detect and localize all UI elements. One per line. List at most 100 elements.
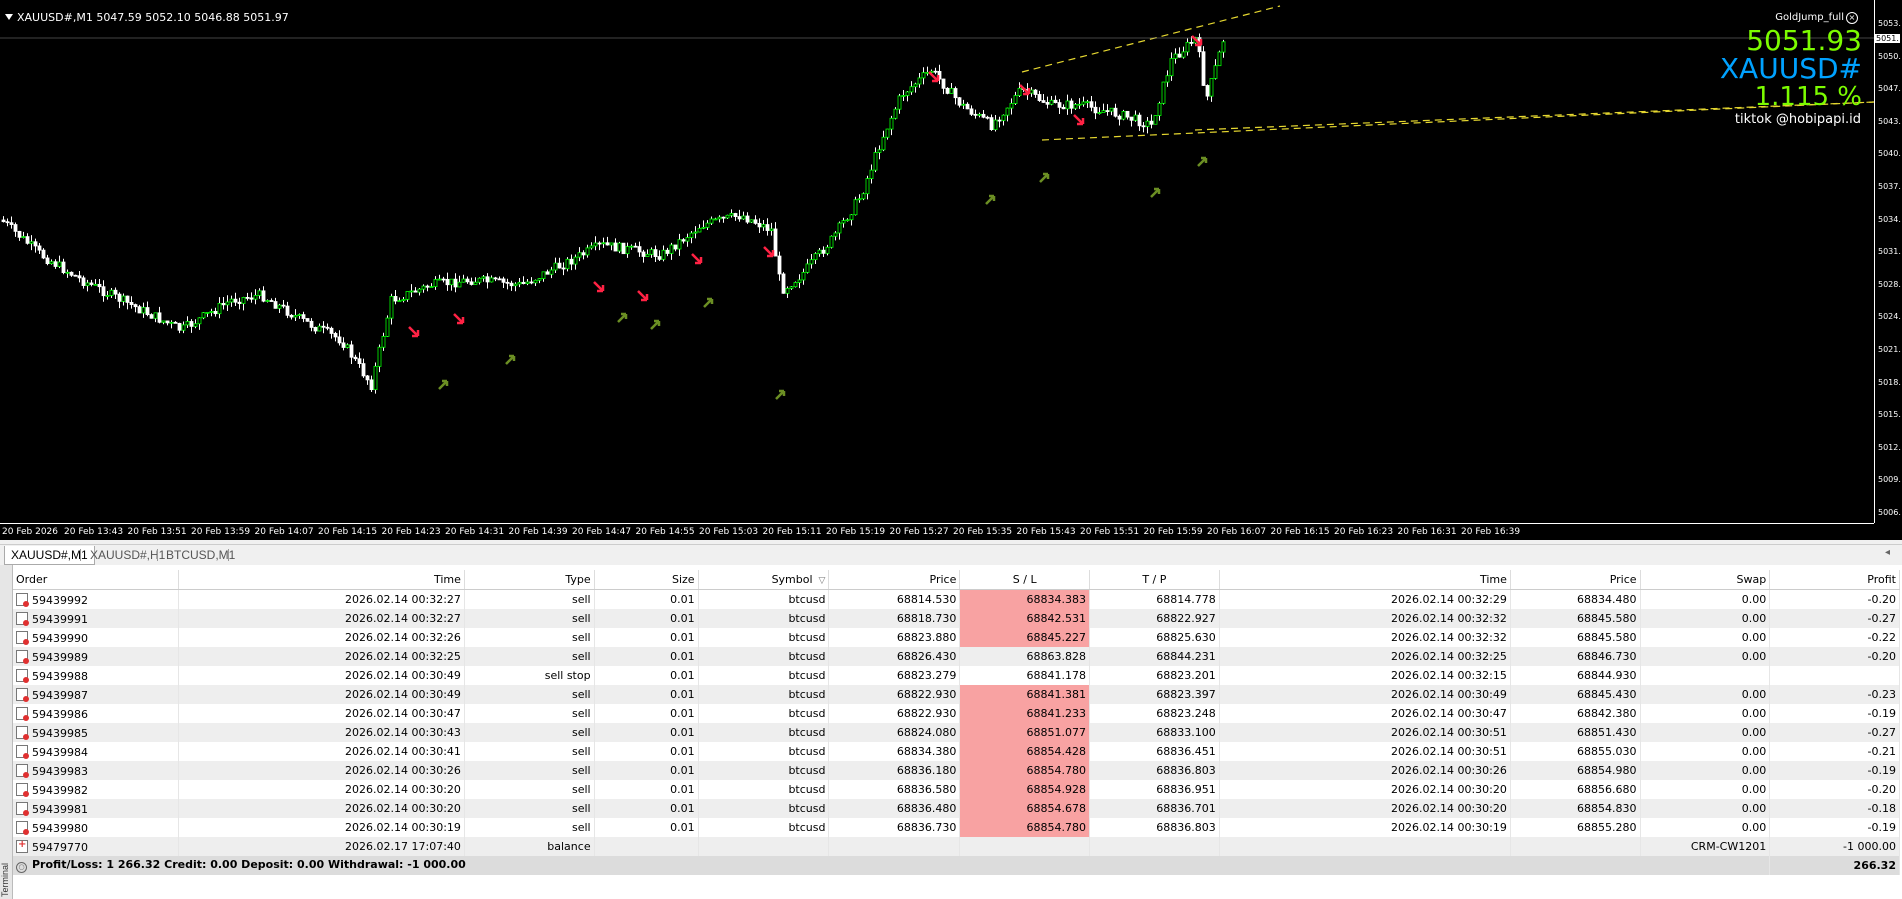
candle-body: [145, 307, 150, 316]
cell-time: 2026.02.14 00:30:20: [178, 780, 465, 799]
candle-body: [589, 245, 594, 249]
tab-xauusd-m1[interactable]: XAUUSD#,M1: [4, 546, 95, 565]
cell-type: sell: [464, 723, 595, 742]
balance-row[interactable]: 59479770 2026.02.17 17:07:40 balance CRM…: [13, 837, 1900, 856]
overlay-watermark-text: tiktok @hobipapi.id: [1734, 112, 1861, 127]
col-header-close-time[interactable]: Time: [1219, 570, 1511, 590]
balance-icon: [16, 839, 28, 853]
dropdown-triangle-icon[interactable]: [5, 14, 13, 20]
cell-order: 59439985: [13, 723, 179, 742]
price-scale[interactable]: 5053. 5050. 5047. 5043. 5040. 5037. 5034. 5031.…: [1874, 0, 1902, 523]
candle-body: [25, 236, 30, 244]
cell-tp: 68823.201: [1089, 666, 1220, 685]
table-row[interactable]: 59439982 2026.02.14 00:30:20 sell 0.01 btcus…: [13, 780, 1900, 799]
tab-xauusd-h1[interactable]: XAUUSD#,H1: [84, 546, 171, 564]
cell-tp: 68836.803: [1089, 761, 1220, 780]
empty-cell: [959, 837, 1091, 856]
cell-type: sell: [464, 609, 595, 628]
candle-body: [977, 113, 982, 116]
cell-symbol: btcusd: [698, 628, 830, 647]
candle-body: [505, 281, 510, 284]
candle-body: [585, 247, 590, 256]
candle-body: [213, 310, 218, 315]
candle-body: [337, 336, 342, 344]
terminal-side-strip[interactable]: Terminal: [0, 565, 13, 899]
close-icon[interactable]: ×: [1846, 12, 1858, 24]
table-row[interactable]: 59439983 2026.02.14 00:30:26 sell 0.01 btcus…: [13, 761, 1900, 780]
time-axis[interactable]: 20 Feb 2026 20 Feb 13:43 20 Feb 13:51 20 Fe…: [0, 523, 1874, 540]
col-header-order[interactable]: Order: [13, 570, 179, 590]
cell-symbol: btcusd: [698, 685, 830, 704]
tab-btcusd-m1[interactable]: BTCUSD,M1: [160, 546, 241, 564]
candle-body: [1049, 99, 1054, 105]
order-id: 59439989: [32, 650, 88, 664]
table-row[interactable]: 59439981 2026.02.14 00:30:20 sell 0.01 btcus…: [13, 799, 1900, 818]
cell-swap: 0.00: [1640, 780, 1771, 799]
candle-body: [785, 287, 790, 294]
price-chart[interactable]: XAUUSD#,M1 5047.59 5052.10 5046.88 5051.…: [0, 0, 1902, 540]
cell-sl: 68841.178: [959, 666, 1091, 685]
candle-body: [297, 314, 302, 317]
table-row[interactable]: 59439984 2026.02.14 00:30:41 sell 0.01 btcus…: [13, 742, 1900, 761]
table-row[interactable]: 59439992 2026.02.14 00:32:27 sell 0.01 btcus…: [13, 589, 1900, 609]
col-header-profit[interactable]: Profit: [1769, 570, 1900, 590]
cell-close-price: 68855.280: [1510, 818, 1641, 837]
cell-close-price: 68856.680: [1510, 780, 1641, 799]
cell-close-price: 68844.930: [1510, 666, 1641, 685]
cell-close-time: 2026.02.14 00:32:25: [1219, 647, 1511, 666]
cell-tp: 68844.231: [1089, 647, 1220, 666]
candle-body: [957, 97, 962, 106]
empty-cell: [1510, 837, 1641, 856]
candle-body: [1153, 115, 1158, 125]
candle-body: [949, 88, 954, 94]
table-row[interactable]: 59439987 2026.02.14 00:30:49 sell 0.01 btcus…: [13, 685, 1900, 704]
col-header-swap[interactable]: Swap: [1640, 570, 1771, 590]
candle-body: [1017, 87, 1022, 96]
sell-order-icon: [16, 763, 29, 778]
cell-time: 2026.02.14 00:32:25: [178, 647, 465, 666]
cell-sl: 68841.233: [959, 704, 1091, 723]
sell-signal-arrow-icon: [453, 313, 465, 325]
candle-body: [657, 256, 662, 260]
trendline[interactable]: [1021, 5, 1281, 73]
candle-body: [749, 219, 754, 223]
cell-type: sell stop: [464, 666, 595, 685]
table-row[interactable]: 59439980 2026.02.14 00:30:19 sell 0.01 btcus…: [13, 818, 1900, 837]
col-header-sl[interactable]: S / L: [959, 570, 1091, 590]
table-row[interactable]: 59439986 2026.02.14 00:30:47 sell 0.01 btcus…: [13, 704, 1900, 723]
table-row[interactable]: 59439990 2026.02.14 00:32:26 sell 0.01 btcus…: [13, 628, 1900, 647]
candle-body: [369, 379, 374, 391]
candle-body: [1037, 94, 1042, 101]
candle-body: [893, 108, 898, 119]
col-header-time[interactable]: Time: [178, 570, 465, 590]
col-header-symbol[interactable]: Symbol ▽: [698, 570, 830, 590]
candle-body: [393, 296, 398, 302]
col-header-size[interactable]: Size: [594, 570, 699, 590]
table-row[interactable]: 59439985 2026.02.14 00:30:43 sell 0.01 btcus…: [13, 723, 1900, 742]
candle-body: [113, 289, 118, 295]
candle-body: [445, 278, 450, 286]
col-header-price[interactable]: Price: [828, 570, 961, 590]
candle-body: [729, 213, 734, 216]
col-header-close-price[interactable]: Price: [1510, 570, 1641, 590]
price-tick-label: 5037.: [1878, 182, 1901, 191]
candle-body: [173, 321, 178, 324]
cell-price: 68823.880: [828, 628, 961, 647]
col-header-type[interactable]: Type: [464, 570, 595, 590]
table-row[interactable]: 59439988 2026.02.14 00:30:49 sell stop 0.01…: [13, 666, 1900, 685]
buy-signal-arrow-icon: [1039, 172, 1050, 183]
cell-profit: -0.19: [1769, 704, 1900, 723]
table-row[interactable]: 59439991 2026.02.14 00:32:27 sell 0.01 btcus…: [13, 609, 1900, 628]
candle-body: [1113, 107, 1118, 117]
trade-history-table: Order Time Type Size Symbol ▽ Price S / L…: [13, 570, 1900, 875]
cell-price: 68836.180: [828, 761, 961, 780]
cell-swap: 0.00: [1640, 685, 1771, 704]
candle-body: [1013, 95, 1018, 104]
cell-profit: -0.23: [1769, 685, 1900, 704]
candle-body: [1221, 41, 1226, 53]
table-row[interactable]: 59439989 2026.02.14 00:32:25 sell 0.01 btcus…: [13, 647, 1900, 666]
scroll-left-icon[interactable]: ◂: [1885, 547, 1890, 558]
expert-advisor-label[interactable]: GoldJump_full ×: [1775, 12, 1858, 24]
col-header-tp[interactable]: T / P: [1089, 570, 1220, 590]
sell-order-icon: [16, 820, 29, 835]
